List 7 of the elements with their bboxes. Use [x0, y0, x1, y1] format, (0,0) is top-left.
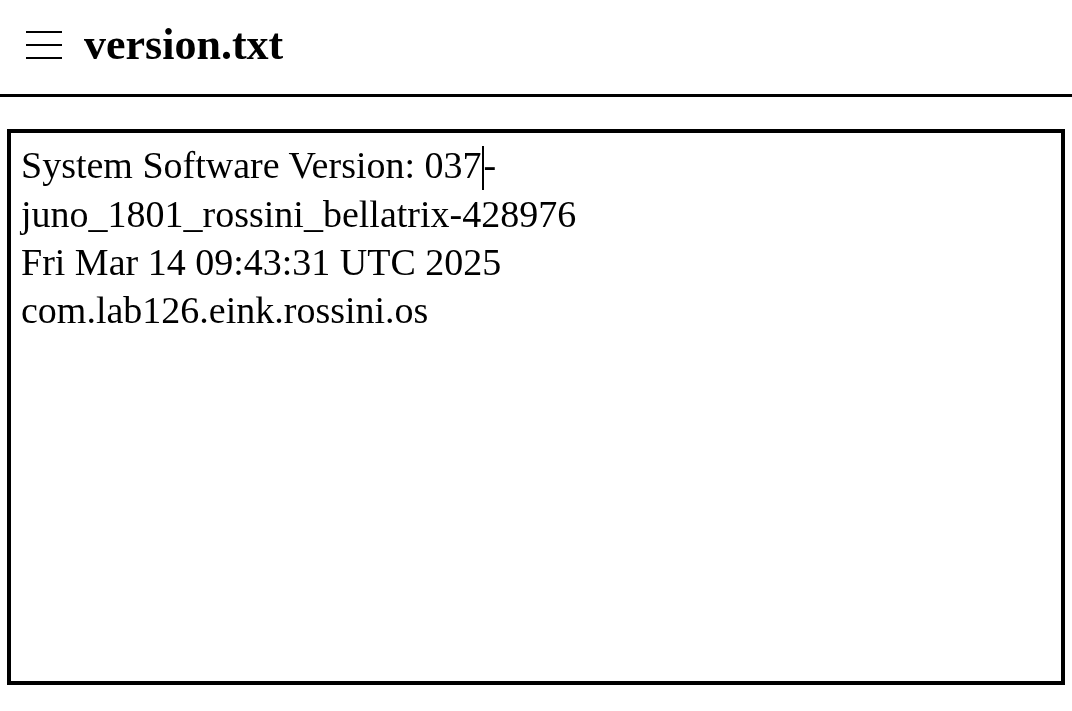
text-line: System Software Version: 037- [21, 141, 497, 190]
menu-icon [26, 31, 62, 59]
text-editor[interactable]: System Software Version: 037- juno_1801_rossini_bellatrix-428976 Fri Mar 14 09:43:31 UTC 2025 com.lab126.eink.rossini.os [7, 129, 1065, 685]
file-title: version.txt [84, 23, 284, 67]
text-line: juno_1801_rossini_bellatrix-428976 [21, 192, 577, 237]
text-line: Fri Mar 14 09:43:31 UTC 2025 [21, 240, 502, 285]
text-line: com.lab126.eink.rossini.os [21, 288, 429, 333]
